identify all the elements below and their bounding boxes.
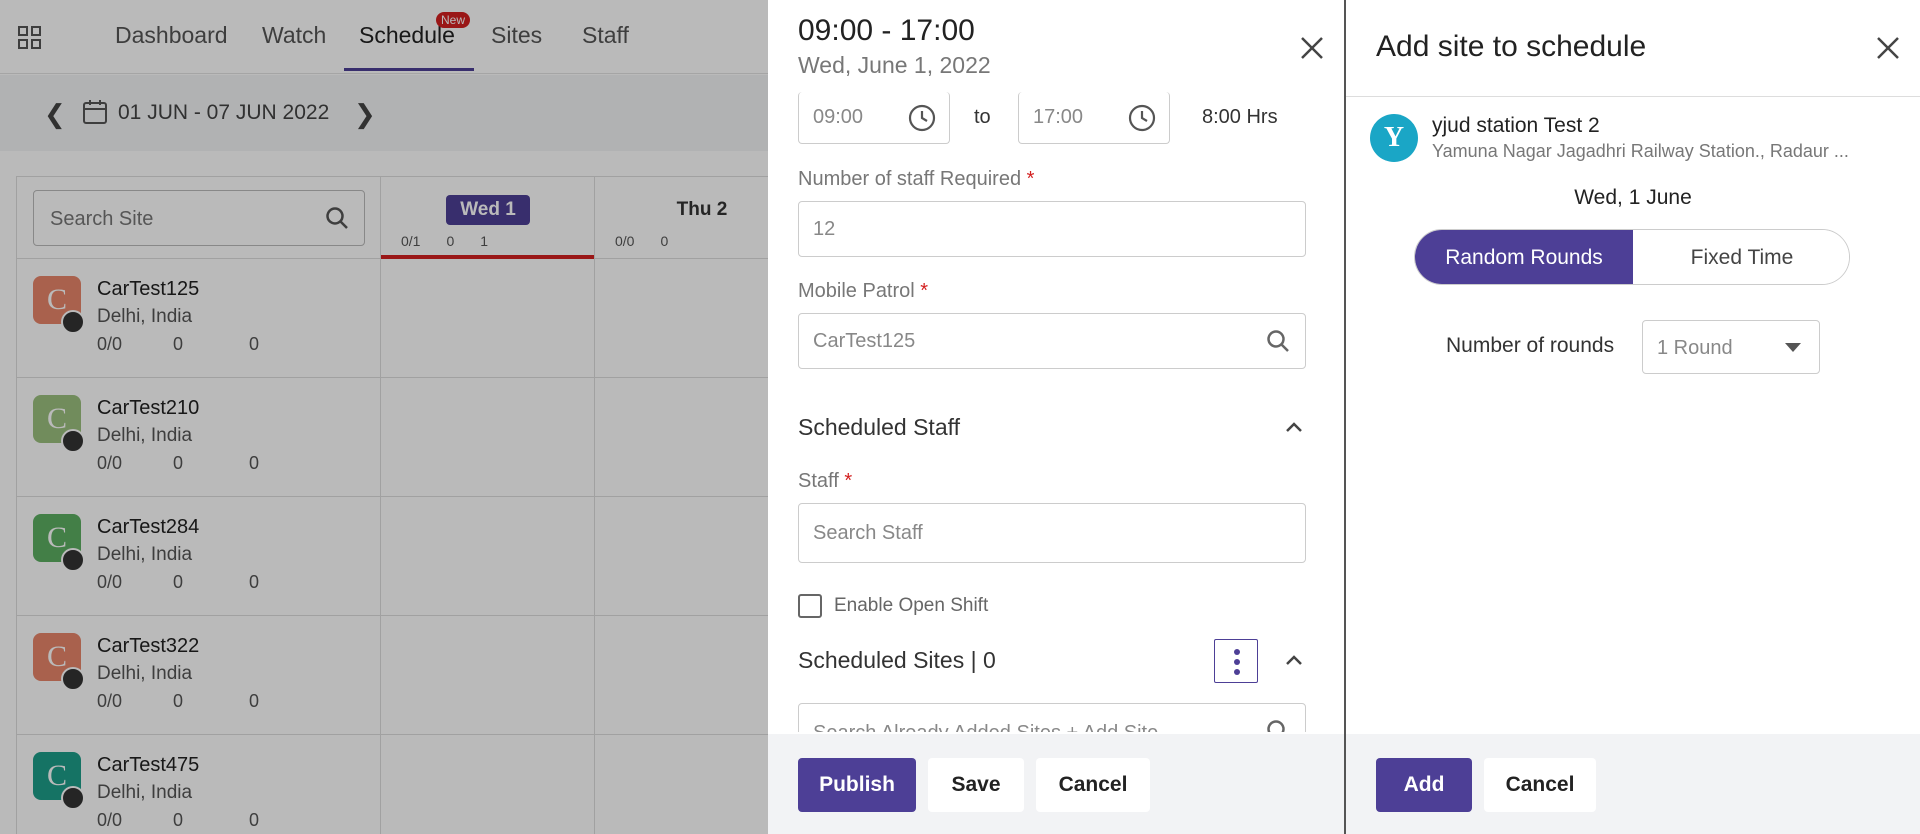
close-icon[interactable] [1874, 34, 1902, 62]
duration-label: 8:00 Hrs [1202, 106, 1278, 128]
chevron-up-icon[interactable] [1284, 653, 1304, 667]
to-label: to [974, 106, 991, 128]
cancel-button[interactable]: Cancel [1484, 758, 1596, 812]
publish-button[interactable]: Publish [798, 758, 916, 812]
mobile-patrol-label-text: Mobile Patrol [798, 280, 915, 302]
staff-required-label-text: Number of staff Required [798, 168, 1022, 190]
staff-required-input[interactable]: 12 [798, 201, 1306, 257]
scheduled-sites-title: Scheduled Sites | 0 [798, 647, 996, 673]
staff-label-text: Staff [798, 470, 839, 492]
start-time-value: 09:00 [813, 106, 864, 128]
scheduled-staff-title: Scheduled Staff [798, 414, 960, 440]
schedule-day-label: Wed, 1 June [1574, 186, 1692, 209]
open-shift-label: Enable Open Shift [834, 595, 989, 616]
modal-backdrop[interactable] [0, 0, 768, 834]
rounds-label: Number of rounds [1446, 334, 1615, 357]
required-mark: * [844, 470, 853, 492]
rounds-value: 1 Round [1657, 337, 1733, 359]
required-mark: * [920, 280, 929, 302]
add-button[interactable]: Add [1376, 758, 1472, 812]
sites-search-placeholder: Search Already Added Sites + Add Site [813, 722, 1158, 732]
end-time-value: 17:00 [1033, 106, 1084, 128]
cancel-button[interactable]: Cancel [1036, 758, 1150, 812]
search-icon[interactable] [1265, 718, 1291, 732]
kebab-dot [1234, 669, 1240, 675]
shift-panel-footer: Publish Save Cancel [768, 734, 1344, 834]
search-icon[interactable] [1265, 328, 1291, 354]
rounds-select[interactable]: 1 Round [1642, 320, 1820, 374]
shift-edit-panel: 09:00 to 17:00 8:00 Hrs Number of staff … [768, 0, 1344, 834]
round-mode-toggle: Random Rounds Fixed Time [1414, 229, 1850, 285]
add-site-header: Add site to schedule [1346, 0, 1920, 97]
shift-form: 09:00 to 17:00 8:00 Hrs Number of staff … [768, 92, 1344, 732]
site-address: Yamuna Nagar Jagadhri Railway Station., … [1432, 141, 1849, 161]
add-site-footer: Add Cancel [1346, 734, 1920, 834]
kebab-dot [1234, 659, 1240, 665]
mobile-patrol-input[interactable]: CarTest125 [798, 313, 1306, 369]
staff-search-placeholder: Search Staff [813, 522, 923, 544]
site-avatar: Y [1370, 114, 1418, 162]
caret-down-icon [1785, 343, 1801, 352]
add-site-panel: Add site to schedule Y yjud station Test… [1346, 0, 1920, 834]
sites-more-options-button[interactable] [1214, 639, 1258, 683]
end-time-field[interactable]: 17:00 [1018, 92, 1170, 144]
staff-search-input[interactable]: Search Staff [798, 503, 1306, 563]
sites-search-input[interactable]: Search Already Added Sites + Add Site [798, 703, 1306, 732]
shift-panel-header: 09:00 - 17:00 Wed, June 1, 2022 [768, 0, 1344, 92]
site-name: yjud station Test 2 [1432, 114, 1600, 137]
start-time-field[interactable]: 09:00 [798, 92, 950, 144]
staff-required-value: 12 [813, 218, 836, 240]
shift-date-subtitle: Wed, June 1, 2022 [798, 52, 991, 78]
required-mark: * [1026, 168, 1035, 190]
mobile-patrol-label: Mobile Patrol * [798, 280, 928, 303]
add-site-title: Add site to schedule [1376, 30, 1647, 63]
fixed-time-option[interactable]: Fixed Time [1633, 230, 1849, 284]
clock-icon[interactable] [1127, 103, 1157, 133]
random-rounds-option[interactable]: Random Rounds [1415, 230, 1633, 284]
clock-icon[interactable] [907, 103, 937, 133]
open-shift-checkbox[interactable] [798, 594, 822, 618]
staff-required-label: Number of staff Required * [798, 168, 1034, 191]
save-button[interactable]: Save [928, 758, 1024, 812]
staff-label: Staff * [798, 470, 852, 493]
kebab-dot [1234, 649, 1240, 655]
shift-time-title: 09:00 - 17:00 [798, 14, 975, 47]
chevron-up-icon[interactable] [1284, 420, 1304, 434]
mobile-patrol-value: CarTest125 [813, 330, 916, 352]
close-icon[interactable] [1298, 34, 1326, 62]
